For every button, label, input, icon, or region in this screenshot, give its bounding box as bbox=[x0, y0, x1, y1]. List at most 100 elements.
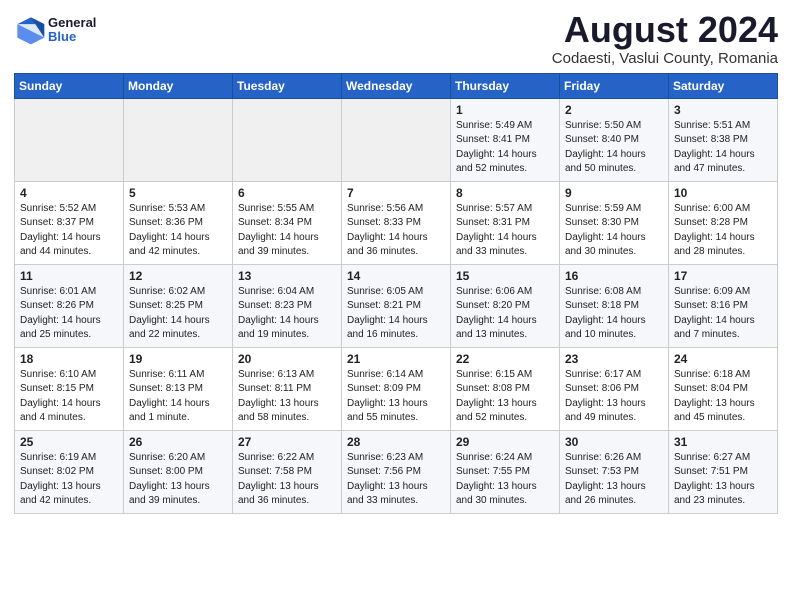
calendar-cell: 8 Sunrise: 5:57 AM Sunset: 8:31 PM Daylig… bbox=[451, 181, 560, 264]
day-number: 14 bbox=[347, 269, 446, 283]
day-number: 25 bbox=[20, 435, 119, 449]
col-header-tuesday: Tuesday bbox=[233, 73, 342, 98]
calendar-cell: 19 Sunrise: 6:11 AM Sunset: 8:13 PM Dayli… bbox=[124, 347, 233, 430]
day-info: Sunrise: 5:57 AM Sunset: 8:31 PM Dayligh… bbox=[456, 202, 555, 260]
col-header-friday: Friday bbox=[560, 73, 669, 98]
day-number: 11 bbox=[20, 269, 119, 283]
calendar-cell bbox=[15, 98, 124, 181]
logo-text: General Blue bbox=[48, 16, 96, 45]
day-info: Sunrise: 6:26 AM Sunset: 7:53 PM Dayligh… bbox=[565, 451, 664, 509]
week-row-2: 4Sunrise: 5:52 AM Sunset: 8:37 PM Daylig… bbox=[15, 181, 778, 264]
day-info: Sunrise: 6:23 AM Sunset: 7:56 PM Dayligh… bbox=[347, 451, 446, 509]
day-number: 9 bbox=[565, 186, 664, 200]
day-number: 23 bbox=[565, 352, 664, 366]
day-number: 17 bbox=[674, 269, 773, 283]
day-number: 29 bbox=[456, 435, 555, 449]
day-number: 19 bbox=[129, 352, 228, 366]
day-number: 28 bbox=[347, 435, 446, 449]
calendar-cell: 7Sunrise: 5:56 AM Sunset: 8:33 PM Daylig… bbox=[342, 181, 451, 264]
day-number: 13 bbox=[238, 269, 337, 283]
header: General Blue August 2024 Codaesti, Vaslu… bbox=[14, 10, 778, 67]
day-number: 22 bbox=[456, 352, 555, 366]
calendar-cell: 31Sunrise: 6:27 AM Sunset: 7:51 PM Dayli… bbox=[669, 430, 778, 513]
day-info: Sunrise: 6:22 AM Sunset: 7:58 PM Dayligh… bbox=[238, 451, 337, 509]
day-info: Sunrise: 6:05 AM Sunset: 8:21 PM Dayligh… bbox=[347, 285, 446, 343]
day-info: Sunrise: 5:55 AM Sunset: 8:34 PM Dayligh… bbox=[238, 202, 337, 260]
col-header-monday: Monday bbox=[124, 73, 233, 98]
calendar-body: 1Sunrise: 5:49 AM Sunset: 8:41 PM Daylig… bbox=[15, 98, 778, 513]
calendar-cell: 2 Sunrise: 5:50 AM Sunset: 8:40 PM Daylig… bbox=[560, 98, 669, 181]
day-number: 18 bbox=[20, 352, 119, 366]
calendar-cell: 5 Sunrise: 5:53 AM Sunset: 8:36 PM Daylig… bbox=[124, 181, 233, 264]
calendar-cell: 17 Sunrise: 6:09 AM Sunset: 8:16 PM Dayli… bbox=[669, 264, 778, 347]
day-number: 7 bbox=[347, 186, 446, 200]
title-block: August 2024 Codaesti, Vaslui County, Rom… bbox=[552, 10, 778, 67]
calendar-cell: 23 Sunrise: 6:17 AM Sunset: 8:06 PM Dayli… bbox=[560, 347, 669, 430]
calendar-header: SundayMondayTuesdayWednesdayThursdayFrid… bbox=[15, 73, 778, 98]
day-number: 2 bbox=[565, 103, 664, 117]
day-info: Sunrise: 6:02 AM Sunset: 8:25 PM Dayligh… bbox=[129, 285, 228, 343]
day-info: Sunrise: 6:08 AM Sunset: 8:18 PM Dayligh… bbox=[565, 285, 664, 343]
day-number: 10 bbox=[674, 186, 773, 200]
day-info: Sunrise: 6:04 AM Sunset: 8:23 PM Dayligh… bbox=[238, 285, 337, 343]
week-row-3: 11Sunrise: 6:01 AM Sunset: 8:26 PM Dayli… bbox=[15, 264, 778, 347]
day-info: Sunrise: 5:49 AM Sunset: 8:41 PM Dayligh… bbox=[456, 119, 555, 177]
day-info: Sunrise: 5:51 AM Sunset: 8:38 PM Dayligh… bbox=[674, 119, 773, 177]
col-header-saturday: Saturday bbox=[669, 73, 778, 98]
page: General Blue August 2024 Codaesti, Vaslu… bbox=[0, 0, 792, 612]
calendar-cell bbox=[124, 98, 233, 181]
calendar-cell bbox=[233, 98, 342, 181]
calendar-table: SundayMondayTuesdayWednesdayThursdayFrid… bbox=[14, 73, 778, 514]
day-info: Sunrise: 5:53 AM Sunset: 8:36 PM Dayligh… bbox=[129, 202, 228, 260]
day-number: 27 bbox=[238, 435, 337, 449]
calendar-cell: 29 Sunrise: 6:24 AM Sunset: 7:55 PM Dayli… bbox=[451, 430, 560, 513]
calendar-cell: 16 Sunrise: 6:08 AM Sunset: 8:18 PM Dayli… bbox=[560, 264, 669, 347]
day-number: 3 bbox=[674, 103, 773, 117]
day-number: 8 bbox=[456, 186, 555, 200]
day-number: 16 bbox=[565, 269, 664, 283]
calendar-cell: 30 Sunrise: 6:26 AM Sunset: 7:53 PM Dayli… bbox=[560, 430, 669, 513]
header-row: SundayMondayTuesdayWednesdayThursdayFrid… bbox=[15, 73, 778, 98]
day-info: Sunrise: 5:50 AM Sunset: 8:40 PM Dayligh… bbox=[565, 119, 664, 177]
calendar-cell: 24 Sunrise: 6:18 AM Sunset: 8:04 PM Dayli… bbox=[669, 347, 778, 430]
day-number: 5 bbox=[129, 186, 228, 200]
week-row-5: 25Sunrise: 6:19 AM Sunset: 8:02 PM Dayli… bbox=[15, 430, 778, 513]
day-info: Sunrise: 6:15 AM Sunset: 8:08 PM Dayligh… bbox=[456, 368, 555, 426]
calendar-cell: 13 Sunrise: 6:04 AM Sunset: 8:23 PM Dayli… bbox=[233, 264, 342, 347]
week-row-4: 18 Sunrise: 6:10 AM Sunset: 8:15 PM Dayli… bbox=[15, 347, 778, 430]
day-info: Sunrise: 6:00 AM Sunset: 8:28 PM Dayligh… bbox=[674, 202, 773, 260]
day-number: 4 bbox=[20, 186, 119, 200]
day-number: 6 bbox=[238, 186, 337, 200]
day-number: 21 bbox=[347, 352, 446, 366]
calendar-cell: 21Sunrise: 6:14 AM Sunset: 8:09 PM Dayli… bbox=[342, 347, 451, 430]
calendar-cell: 6 Sunrise: 5:55 AM Sunset: 8:34 PM Daylig… bbox=[233, 181, 342, 264]
day-info: Sunrise: 6:09 AM Sunset: 8:16 PM Dayligh… bbox=[674, 285, 773, 343]
subtitle: Codaesti, Vaslui County, Romania bbox=[552, 50, 778, 67]
calendar-cell: 14 Sunrise: 6:05 AM Sunset: 8:21 PM Dayli… bbox=[342, 264, 451, 347]
calendar-cell: 9Sunrise: 5:59 AM Sunset: 8:30 PM Daylig… bbox=[560, 181, 669, 264]
day-info: Sunrise: 6:06 AM Sunset: 8:20 PM Dayligh… bbox=[456, 285, 555, 343]
day-info: Sunrise: 6:11 AM Sunset: 8:13 PM Dayligh… bbox=[129, 368, 228, 426]
day-info: Sunrise: 6:18 AM Sunset: 8:04 PM Dayligh… bbox=[674, 368, 773, 426]
day-info: Sunrise: 6:17 AM Sunset: 8:06 PM Dayligh… bbox=[565, 368, 664, 426]
calendar-cell: 11Sunrise: 6:01 AM Sunset: 8:26 PM Dayli… bbox=[15, 264, 124, 347]
day-info: Sunrise: 6:24 AM Sunset: 7:55 PM Dayligh… bbox=[456, 451, 555, 509]
calendar-cell: 20Sunrise: 6:13 AM Sunset: 8:11 PM Dayli… bbox=[233, 347, 342, 430]
main-title: August 2024 bbox=[552, 10, 778, 50]
calendar-cell: 28 Sunrise: 6:23 AM Sunset: 7:56 PM Dayli… bbox=[342, 430, 451, 513]
day-number: 30 bbox=[565, 435, 664, 449]
calendar-cell: 25Sunrise: 6:19 AM Sunset: 8:02 PM Dayli… bbox=[15, 430, 124, 513]
calendar-cell: 10 Sunrise: 6:00 AM Sunset: 8:28 PM Dayli… bbox=[669, 181, 778, 264]
day-info: Sunrise: 6:27 AM Sunset: 7:51 PM Dayligh… bbox=[674, 451, 773, 509]
day-number: 24 bbox=[674, 352, 773, 366]
calendar-cell: 26Sunrise: 6:20 AM Sunset: 8:00 PM Dayli… bbox=[124, 430, 233, 513]
logo-icon bbox=[14, 14, 46, 46]
logo-blue: Blue bbox=[48, 30, 96, 44]
calendar-cell: 18 Sunrise: 6:10 AM Sunset: 8:15 PM Dayli… bbox=[15, 347, 124, 430]
week-row-1: 1Sunrise: 5:49 AM Sunset: 8:41 PM Daylig… bbox=[15, 98, 778, 181]
day-info: Sunrise: 6:10 AM Sunset: 8:15 PM Dayligh… bbox=[20, 368, 119, 426]
calendar-cell: 3 Sunrise: 5:51 AM Sunset: 8:38 PM Daylig… bbox=[669, 98, 778, 181]
logo-general: General bbox=[48, 16, 96, 30]
calendar-cell: 15Sunrise: 6:06 AM Sunset: 8:20 PM Dayli… bbox=[451, 264, 560, 347]
col-header-sunday: Sunday bbox=[15, 73, 124, 98]
